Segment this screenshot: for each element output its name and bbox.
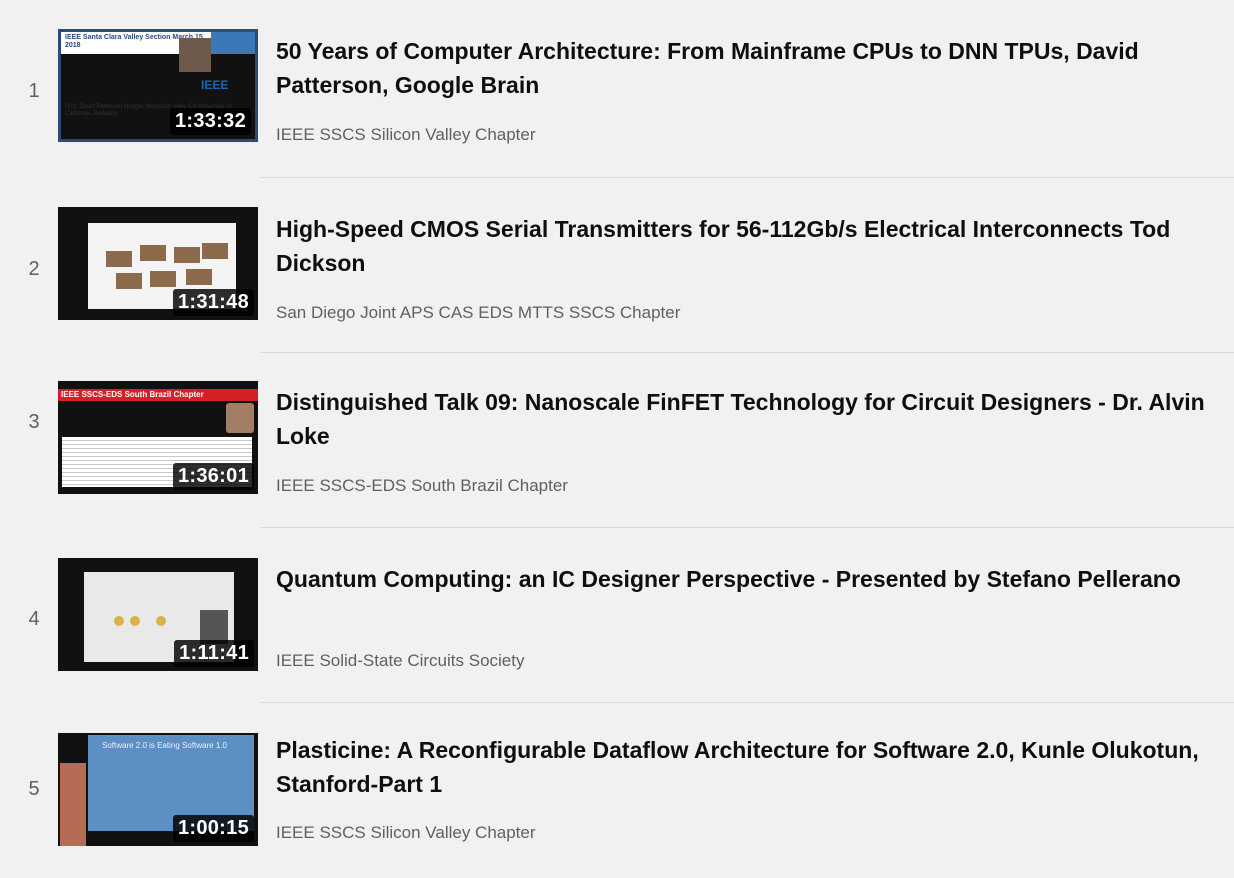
item-index: 4: [28, 608, 40, 630]
item-index: 3: [28, 411, 40, 433]
speaker-portrait: [200, 610, 228, 644]
duration-badge: 1:36:01: [172, 463, 254, 490]
video-title[interactable]: Quantum Computing: an IC Designer Perspe…: [276, 562, 1231, 596]
thumbnail-slide-title: 50 Years of Computer Architecture: From …: [71, 59, 171, 93]
duration-badge: 1:00:15: [172, 815, 254, 842]
video-thumbnail[interactable]: 1:11:41: [58, 558, 258, 671]
channel-name[interactable]: IEEE SSCS Silicon Valley Chapter: [276, 125, 536, 145]
channel-name[interactable]: San Diego Joint APS CAS EDS MTTS SSCS Ch…: [276, 303, 680, 323]
playlist-item[interactable]: 1 IEEE Santa Clara Valley Section March …: [0, 0, 1234, 175]
video-title[interactable]: 50 Years of Computer Architecture: From …: [276, 34, 1231, 102]
thumbnail-band: [211, 32, 255, 54]
ieee-logo: IEEE: [201, 78, 229, 92]
playlist-item[interactable]: 3 IEEE SSCS-EDS South Brazil Chapter 1:3…: [0, 353, 1234, 528]
video-thumbnail[interactable]: 1:31:48: [58, 207, 258, 320]
duration-badge: 1:31:48: [172, 289, 254, 316]
duration-badge: 1:11:41: [174, 640, 254, 667]
playlist-item[interactable]: 5 Software 2.0 is Eating Software 1.0 1:…: [0, 703, 1234, 878]
item-index: 2: [28, 258, 40, 280]
item-index: 5: [28, 778, 40, 800]
video-thumbnail[interactable]: IEEE SSCS-EDS South Brazil Chapter 1:36:…: [58, 381, 258, 494]
channel-name[interactable]: IEEE Solid-State Circuits Society: [276, 651, 524, 671]
playlist-item[interactable]: 4 1:11:41 Quantum Computing: an IC Desig…: [0, 528, 1234, 703]
speaker-photo: [226, 403, 254, 433]
video-title[interactable]: High-Speed CMOS Serial Transmitters for …: [276, 212, 1231, 280]
video-thumbnail[interactable]: Software 2.0 is Eating Software 1.0 1:00…: [58, 733, 258, 846]
video-thumbnail[interactable]: IEEE Santa Clara Valley Section March 15…: [58, 29, 258, 142]
playlist: 1 IEEE Santa Clara Valley Section March …: [0, 0, 1234, 868]
speaker-figure: [60, 763, 86, 846]
playlist-item[interactable]: 2 1:31:48 High-Speed CMOS Serial Transmi…: [0, 178, 1234, 353]
thumbnail-banner: IEEE SSCS-EDS South Brazil Chapter: [58, 389, 258, 401]
speaker-camera: [179, 38, 211, 72]
channel-name[interactable]: IEEE SSCS-EDS South Brazil Chapter: [276, 476, 568, 496]
video-title[interactable]: Plasticine: A Reconfigurable Dataflow Ar…: [276, 733, 1231, 801]
item-index: 1: [28, 80, 40, 102]
channel-name[interactable]: IEEE SSCS Silicon Valley Chapter: [276, 823, 536, 843]
duration-badge: 1:33:32: [169, 108, 251, 135]
video-title[interactable]: Distinguished Talk 09: Nanoscale FinFET …: [276, 385, 1231, 453]
